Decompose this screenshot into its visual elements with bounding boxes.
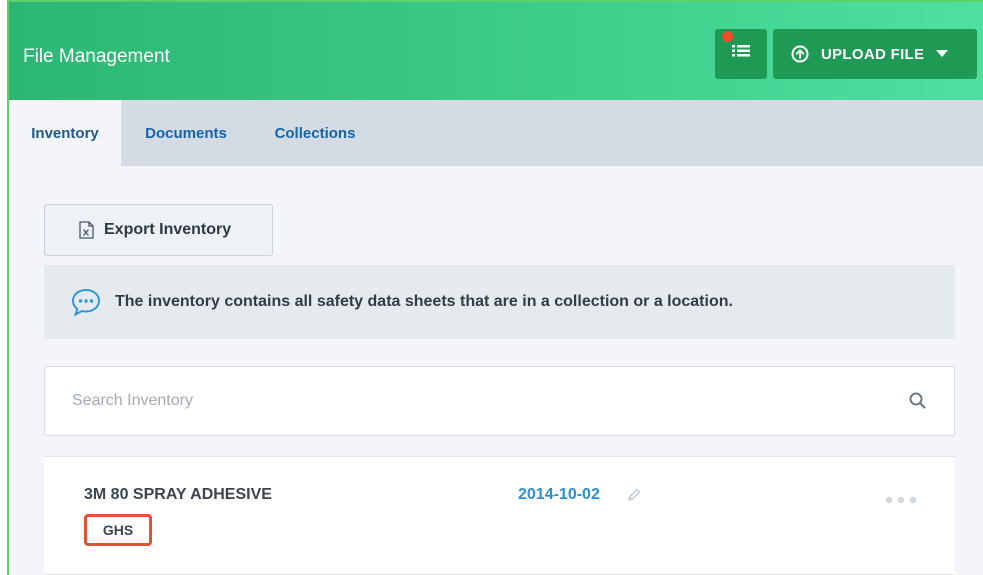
file-management-app: File Management UPLOAD FILE Inventory Do… <box>7 0 983 575</box>
pencil-icon[interactable] <box>627 488 641 502</box>
search-icon[interactable] <box>909 392 926 409</box>
notification-dot <box>722 31 733 42</box>
tab-bar: Inventory Documents Collections <box>9 100 983 166</box>
list-icon <box>732 44 750 65</box>
revision-date-link[interactable]: 2014-10-02 <box>518 486 600 504</box>
ghs-badge: GHS <box>84 514 152 546</box>
excel-file-icon <box>79 221 94 239</box>
search-box <box>44 366 955 436</box>
upload-circle-icon <box>791 45 809 63</box>
upload-file-label: UPLOAD FILE <box>821 45 925 63</box>
chat-bubble-icon <box>71 288 101 316</box>
page-title: File Management <box>23 46 170 67</box>
info-banner: The inventory contains all safety data s… <box>44 265 955 339</box>
upload-file-button[interactable]: UPLOAD FILE <box>773 29 977 79</box>
more-dots-icon[interactable] <box>884 496 920 504</box>
search-input[interactable] <box>45 367 895 435</box>
tab-documents[interactable]: Documents <box>121 100 251 166</box>
tab-inventory[interactable]: Inventory <box>9 100 121 166</box>
list-item[interactable]: 3M 80 SPRAY ADHESIVE GHS 2014-10-02 <box>44 456 955 575</box>
export-inventory-label: Export Inventory <box>104 221 232 238</box>
export-inventory-button[interactable]: Export Inventory <box>44 204 273 256</box>
header-bar: File Management UPLOAD FILE <box>9 2 983 100</box>
product-name[interactable]: 3M 80 SPRAY ADHESIVE <box>84 486 272 504</box>
info-message: The inventory contains all safety data s… <box>115 293 733 310</box>
caret-down-icon[interactable] <box>936 50 949 58</box>
tab-collections[interactable]: Collections <box>251 100 379 166</box>
